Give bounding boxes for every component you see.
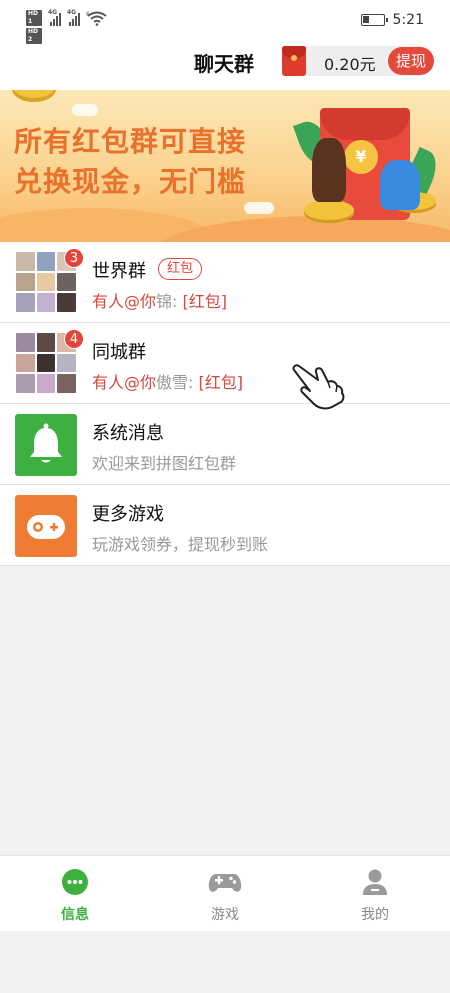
hd1-label: HD 1 bbox=[26, 10, 42, 26]
battery-icon bbox=[360, 14, 388, 26]
bottom-tab-bar: 信息 游戏 我的 bbox=[0, 855, 450, 931]
wifi-icon: 6 bbox=[86, 11, 107, 26]
yuan-coin-icon: ¥ bbox=[344, 140, 378, 174]
coin-stack-icon bbox=[304, 200, 354, 220]
withdraw-button[interactable]: 提现 bbox=[388, 47, 434, 75]
gamepad-icon bbox=[208, 868, 242, 896]
status-bar: HD 1 HD 2 4G 4G 6 5:21 bbox=[0, 0, 450, 44]
unread-badge: 3 bbox=[64, 248, 84, 268]
more-games-item[interactable]: 更多游戏 玩游戏领券，提现秒到账 bbox=[0, 485, 450, 566]
unread-badge: 4 bbox=[64, 329, 84, 349]
status-right: 5:21 bbox=[360, 12, 424, 28]
tab-messages[interactable]: 信息 bbox=[35, 868, 115, 924]
message-content: [红包] bbox=[198, 373, 244, 392]
tab-games[interactable]: 游戏 bbox=[185, 868, 265, 924]
tab-label: 游戏 bbox=[211, 907, 239, 923]
tab-label: 我的 bbox=[361, 907, 389, 923]
chat-item-city[interactable]: 4 同城群 有人@你傲雪: [红包] bbox=[0, 323, 450, 404]
chat-preview: 有人@你锦: [红包] bbox=[92, 288, 227, 312]
status-indicators: HD 1 HD 2 4G 4G 6 bbox=[26, 9, 108, 44]
banner-headline: 所有红包群可直接 兑换现金，无门槛 bbox=[14, 122, 246, 202]
banner-line-2: 兑换现金，无门槛 bbox=[14, 165, 247, 198]
mention-text: 有人@你 bbox=[92, 373, 157, 392]
user-icon bbox=[361, 868, 389, 896]
sender-name: 锦: bbox=[156, 292, 178, 311]
games-subtitle: 玩游戏领券，提现秒到账 bbox=[92, 535, 269, 554]
gamepad-icon bbox=[27, 515, 65, 539]
gamepad-icon-tile bbox=[15, 495, 77, 557]
page-title: 聊天群 bbox=[194, 52, 254, 76]
chat-item-world[interactable]: 3 世界群 红包 有人@你锦: [红包] bbox=[0, 242, 450, 323]
sender-name: 傲雪: bbox=[156, 373, 194, 392]
system-title: 系统消息 bbox=[92, 423, 164, 444]
wallet-pill[interactable]: 0.20元 提现 bbox=[282, 46, 434, 76]
mention-text: 有人@你 bbox=[92, 292, 157, 311]
header: 聊天群 0.20元 提现 bbox=[0, 44, 450, 90]
chat-list: 3 世界群 红包 有人@你锦: [红包] 4 同城群 有人@你傲雪: [红包] … bbox=[0, 242, 450, 566]
clock: 5:21 bbox=[392, 12, 424, 28]
cloud-decoration bbox=[72, 104, 98, 116]
tab-label: 信息 bbox=[61, 907, 89, 923]
red-packet-icon bbox=[282, 46, 306, 76]
games-title: 更多游戏 bbox=[92, 504, 164, 525]
bell-icon-tile bbox=[15, 414, 77, 476]
person-illustration bbox=[380, 160, 420, 210]
coin-icon bbox=[12, 90, 56, 102]
tab-profile[interactable]: 我的 bbox=[335, 868, 415, 924]
bell-icon bbox=[30, 423, 62, 463]
chat-preview: 有人@你傲雪: [红包] bbox=[92, 369, 243, 393]
signal-icon-2: 4G bbox=[67, 9, 80, 26]
banner-line-1: 所有红包群可直接 bbox=[14, 125, 247, 158]
promo-banner[interactable]: 所有红包群可直接 兑换现金，无门槛 ¥ bbox=[0, 90, 450, 242]
chat-title: 世界群 bbox=[92, 261, 146, 282]
cloud-decoration bbox=[244, 202, 274, 214]
system-subtitle: 欢迎来到拼图红包群 bbox=[92, 454, 237, 473]
person-illustration bbox=[312, 138, 346, 202]
balance-amount: 0.20元 bbox=[324, 55, 376, 74]
chat-title: 同城群 bbox=[92, 342, 146, 363]
pointing-hand-icon bbox=[292, 364, 345, 410]
red-packet-tag: 红包 bbox=[158, 258, 203, 280]
chat-bubble-icon bbox=[61, 868, 89, 896]
signal-icon: 4G bbox=[48, 9, 61, 26]
hd-indicator: HD 1 HD 2 bbox=[26, 10, 42, 44]
message-content: [红包] bbox=[182, 292, 228, 311]
system-messages-item[interactable]: 系统消息 欢迎来到拼图红包群 bbox=[0, 404, 450, 485]
hd2-label: HD 2 bbox=[26, 28, 42, 44]
